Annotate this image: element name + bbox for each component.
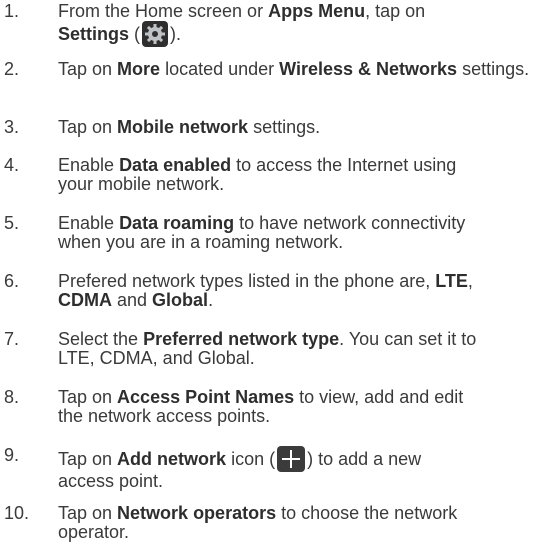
step-text-run: icon ( (226, 449, 276, 469)
bold-term: Access Point Names (117, 387, 295, 407)
step-text-run: Prefered network types listed in the pho… (58, 271, 436, 291)
step-text-run: settings. (248, 117, 321, 137)
bold-term: LTE (435, 271, 468, 291)
step-text-run: Tap on (58, 503, 118, 523)
step-text-run: ( (129, 24, 141, 44)
bold-term: More (117, 59, 161, 79)
step-number: 7. (4, 329, 20, 349)
step-number: 3. (4, 117, 20, 137)
step-text-run: your mobile network. (58, 174, 225, 194)
plus-icon (277, 446, 306, 472)
step-text: Enable Data roaming to have network conn… (58, 214, 555, 252)
step-text-run: settings. (457, 59, 530, 79)
step-text-run: access point. (58, 471, 164, 491)
step-text-run: ) to add a new (307, 449, 422, 469)
step-number: 6. (4, 271, 20, 291)
step-text-run: From the Home screen or (58, 1, 269, 21)
bold-term: Mobile network (117, 117, 249, 137)
bold-term: Global (152, 290, 209, 310)
step-text-run: , tap on (365, 1, 426, 21)
step-text-run: LTE, CDMA, and Global. (58, 348, 255, 368)
step-number: 4. (4, 155, 20, 175)
bold-term: Network operators (117, 503, 277, 523)
step-text-run: Tap on (58, 387, 118, 407)
step-text-run: located under (160, 59, 280, 79)
step-text-run: Tap on (58, 117, 118, 137)
step-number: 5. (4, 213, 20, 233)
step-number: 1. (4, 1, 20, 21)
step-number: 10. (4, 503, 30, 523)
bold-term: CDMA (58, 290, 112, 310)
step-text-run: ). (170, 24, 182, 44)
step-text-run: operator. (58, 522, 130, 542)
step-text: Tap on Add network icon () to add a new … (58, 446, 555, 491)
step-text-run: , (467, 271, 473, 291)
bold-term: Add network (117, 449, 227, 469)
bold-term: Apps Menu (268, 1, 366, 21)
step-text-run: Tap on (58, 449, 118, 469)
step-text-run: Enable (58, 155, 120, 175)
step-text-run: . You can set it to (339, 329, 477, 349)
step-text-run: the network access points. (58, 406, 271, 426)
step-text: Tap on Network operators to choose the n… (58, 504, 555, 542)
step-text-run: to have network connectivity (234, 213, 466, 233)
step-text: Tap on Access Point Names to view, add a… (58, 388, 555, 426)
step-number: 8. (4, 387, 20, 407)
step-text-run: . (208, 290, 214, 310)
step-text: From the Home screen or Apps Menu, tap o… (58, 2, 555, 47)
step-text: Enable Data enabled to access the Intern… (58, 156, 555, 194)
step-text-run: Enable (58, 213, 120, 233)
step-text-run: Select the (58, 329, 144, 349)
step-text-run: to choose the network (276, 503, 458, 523)
step-text: Prefered network types listed in the pho… (58, 272, 555, 310)
step-text: Tap on More located under Wireless & Net… (58, 60, 555, 79)
step-number: 2. (4, 59, 20, 79)
step-text-run: and (112, 290, 153, 310)
step-text-run: to access the Internet using (231, 155, 457, 175)
step-text-run: to view, add and edit (294, 387, 464, 407)
instruction-list: 1. From the Home screen or Apps Menu, tap… (0, 0, 559, 542)
bold-term: Data roaming (119, 213, 235, 233)
settings-gear-icon (142, 21, 169, 47)
step-text-run: when you are in a roaming network. (58, 232, 344, 252)
bold-term: Settings (58, 24, 130, 44)
step-text: Select the Preferred network type. You c… (58, 330, 555, 368)
bold-term: Preferred network type (143, 329, 340, 349)
step-text-run: Tap on (58, 59, 118, 79)
bold-term: Data enabled (119, 155, 232, 175)
step-number: 9. (4, 445, 20, 465)
step-text: Tap on Mobile network settings. (58, 118, 555, 137)
bold-term: Wireless & Networks (279, 59, 458, 79)
